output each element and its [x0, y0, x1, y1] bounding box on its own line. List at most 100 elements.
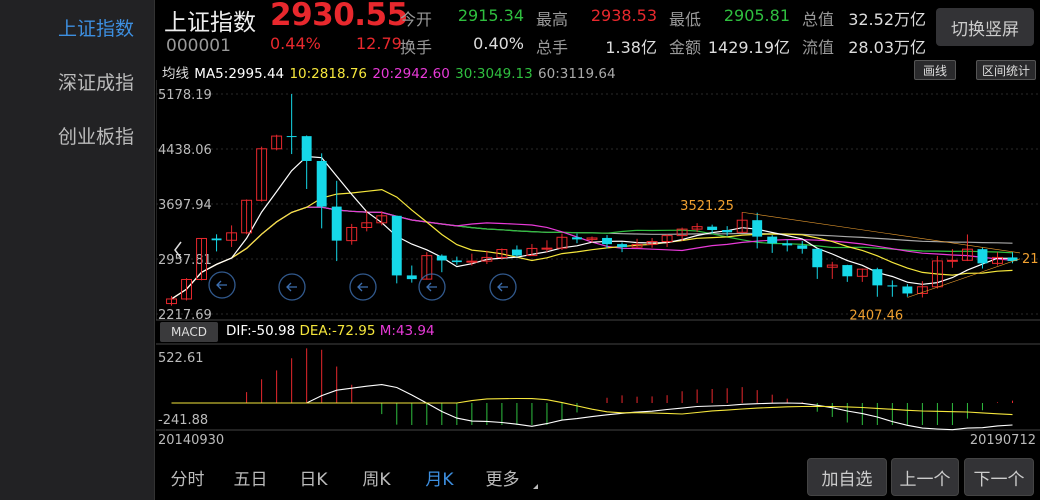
amount-label: 金额 [669, 38, 702, 57]
macd-dif: DIF:-50.98 [226, 323, 296, 339]
candle-body [887, 285, 898, 287]
macd-legend: DIF:-50.98 DEA:-72.95 M:43.94 [226, 323, 435, 339]
nav-arrow-icon [357, 282, 368, 292]
candle-body [391, 215, 402, 276]
candle-body [406, 275, 417, 280]
open-label: 今开 [400, 10, 433, 29]
candle-body [842, 265, 853, 277]
index-code: 000001 [166, 36, 231, 56]
tab-intraday[interactable]: 分时 [156, 465, 219, 490]
last-price: 2930.55 [270, 0, 408, 33]
candle-body [466, 260, 478, 263]
next-stock-button[interactable]: 下一个 [964, 458, 1034, 496]
kline-chart[interactable]: 5178.19 4438.06 3697.94 2957.81 2217.69 3521.… [156, 80, 1040, 452]
tab-more[interactable]: 更多 [471, 465, 534, 490]
tab-monthly-k[interactable]: 月K [408, 465, 471, 490]
low-value: 2905.81 [723, 6, 790, 25]
candle-body [511, 249, 522, 256]
sidebar-item-szse[interactable]: 深证成指 [0, 54, 154, 108]
right-annotation: 21 [1022, 252, 1039, 267]
ma-legend: 均线 MA5:2995.44 10:2818.76 20:2942.60 30:… [162, 62, 617, 82]
switch-portrait-button[interactable]: 切换竖屏 [936, 8, 1034, 46]
candle-body [331, 206, 342, 241]
macd-tick-label: -241.88 [158, 413, 208, 428]
date-start: 20140930 [158, 433, 225, 448]
candle-body [541, 247, 553, 250]
candle-body [946, 259, 958, 262]
macd-dea-line [171, 397, 1013, 416]
sidebar-item-label: 创业板指 [58, 125, 135, 148]
draw-line-button[interactable]: 画线 [914, 60, 956, 80]
candle-body [722, 230, 733, 233]
tab-five-day[interactable]: 五日 [219, 465, 282, 490]
price-tick-label: 3697.94 [158, 198, 212, 213]
price-tick-label: 2957.81 [158, 253, 212, 268]
candle-body [211, 238, 222, 241]
nav-arrow-icon [426, 282, 437, 292]
high-annotation: 3521.25 [680, 199, 734, 214]
change-percent: 0.44% [270, 34, 321, 53]
price-tick-label: 5178.19 [158, 88, 212, 103]
tab-daily-k[interactable]: 日K [282, 465, 345, 490]
prev-stock-button[interactable]: 上一个 [891, 458, 959, 496]
high-value: 2938.53 [590, 6, 657, 25]
low-annotation-trend [907, 258, 1021, 298]
tab-weekly-k[interactable]: 周K [345, 465, 408, 490]
volume-value: 1.38亿 [605, 38, 657, 57]
turnover-value: 0.40% [473, 34, 524, 53]
turnover-label: 换手 [400, 38, 433, 57]
price-tick-label: 2217.69 [158, 308, 212, 323]
macd-tick-label: 522.61 [158, 351, 204, 366]
low-annotation: 2407.46 [849, 308, 903, 323]
sidebar-item-label: 上证指数 [58, 17, 135, 40]
nav-arrow-icon [216, 280, 227, 290]
range-stats-button[interactable]: 区间统计 [976, 60, 1036, 80]
more-triangle-icon [533, 484, 538, 489]
candle-body [316, 160, 327, 207]
ma10-line [171, 188, 1013, 300]
nav-arrow-icon [497, 282, 508, 292]
macd-dif-line [171, 384, 1013, 431]
date-end: 20190712 [969, 433, 1036, 448]
candle-body [902, 286, 913, 294]
candle-body [812, 248, 823, 268]
low-label: 最低 [669, 10, 702, 29]
float-cap-label: 流值 [802, 38, 835, 57]
amount-value: 1429.19亿 [707, 38, 790, 57]
float-cap-value: 28.03万亿 [848, 38, 926, 57]
sidebar-item-sse[interactable]: 上证指数 [0, 0, 154, 54]
sidebar-item-label: 深证成指 [58, 71, 135, 94]
candle-body [286, 136, 297, 138]
candle-body [436, 255, 447, 261]
quote-header: 上证指数 000001 2930.55 0.44% 12.79 今开 2915.… [156, 0, 1040, 62]
volume-label: 总手 [536, 38, 569, 57]
candle-body [617, 244, 627, 248]
candle-body [602, 237, 612, 245]
ma30-line [171, 206, 1013, 300]
candle-body [872, 269, 883, 286]
candle-body [752, 220, 763, 237]
candle-body [797, 245, 808, 249]
ma60-line [171, 206, 1013, 300]
open-value: 2915.34 [457, 6, 524, 25]
candle-body [782, 243, 793, 246]
market-sidebar: 上证指数 深证成指 创业板指 [0, 0, 155, 500]
macd-m: M:43.94 [379, 323, 435, 339]
candle-body [451, 260, 462, 263]
index-name: 上证指数 [164, 10, 256, 36]
macd-indicator-button[interactable]: MACD [160, 322, 218, 342]
high-label: 最高 [536, 10, 569, 29]
total-cap-value: 32.52万亿 [848, 10, 926, 29]
candle-body [572, 237, 582, 240]
candle-body [707, 226, 718, 231]
sidebar-item-chinext[interactable]: 创业板指 [0, 108, 154, 162]
candle-body [301, 136, 312, 161]
change-amount: 12.79 [356, 34, 402, 53]
candle-body [767, 236, 778, 244]
period-tabs: 分时 五日 日K 周K 月K 更多 [156, 455, 544, 500]
candle-body [977, 249, 988, 264]
total-cap-label: 总值 [802, 10, 835, 29]
nav-arrow-icon [286, 282, 297, 292]
add-watchlist-button[interactable]: 加自选 [807, 458, 887, 496]
price-tick-label: 4438.06 [158, 143, 212, 158]
